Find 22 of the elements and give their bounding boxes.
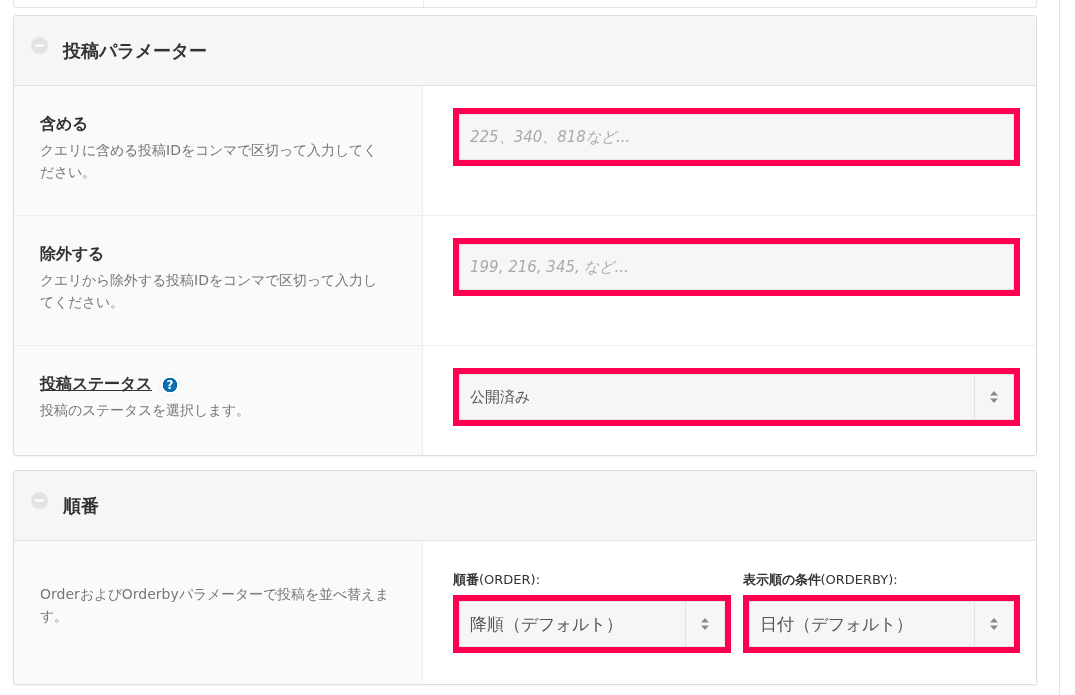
input-field[interactable]: 225、340、818など... bbox=[459, 114, 1014, 160]
field-description: 投稿のステータスを選択します。 bbox=[40, 401, 251, 420]
up-down-arrows-icon bbox=[989, 617, 999, 631]
panel-title: 順番 bbox=[63, 493, 99, 518]
field-description: クエリから除外する投稿IDをコンマで区切って入力してください。 bbox=[40, 271, 378, 312]
panel-title: 投稿パラメーター bbox=[63, 38, 207, 63]
collapse-icon[interactable] bbox=[30, 36, 49, 55]
up-down-arrows-icon bbox=[699, 617, 710, 631]
select-label: 順番(ORDER): bbox=[453, 571, 542, 589]
input-field[interactable]: 199, 216, 345, など... bbox=[459, 244, 1014, 290]
select-field[interactable]: 降順（デフォルト） bbox=[459, 601, 725, 647]
collapse-icon[interactable] bbox=[30, 491, 49, 510]
select-field[interactable]: 日付（デフォルト） bbox=[748, 601, 1014, 647]
field-label: 除外する bbox=[40, 244, 104, 265]
up-down-arrows-icon bbox=[989, 390, 999, 404]
select-label: 表示順の条件(ORDERBY): bbox=[742, 571, 899, 589]
field-label: 含める bbox=[40, 114, 88, 135]
help-icon[interactable]: ? bbox=[160, 374, 180, 395]
field-description: クエリに含める投稿IDをコンマで区切って入力してください。 bbox=[40, 141, 378, 182]
select-field[interactable]: 公開済み bbox=[459, 374, 1014, 420]
field-label: 投稿ステータス bbox=[40, 374, 152, 395]
section-description: OrderおよびOrderbyパラメーターで投稿を並べ替えます。 bbox=[40, 585, 390, 626]
